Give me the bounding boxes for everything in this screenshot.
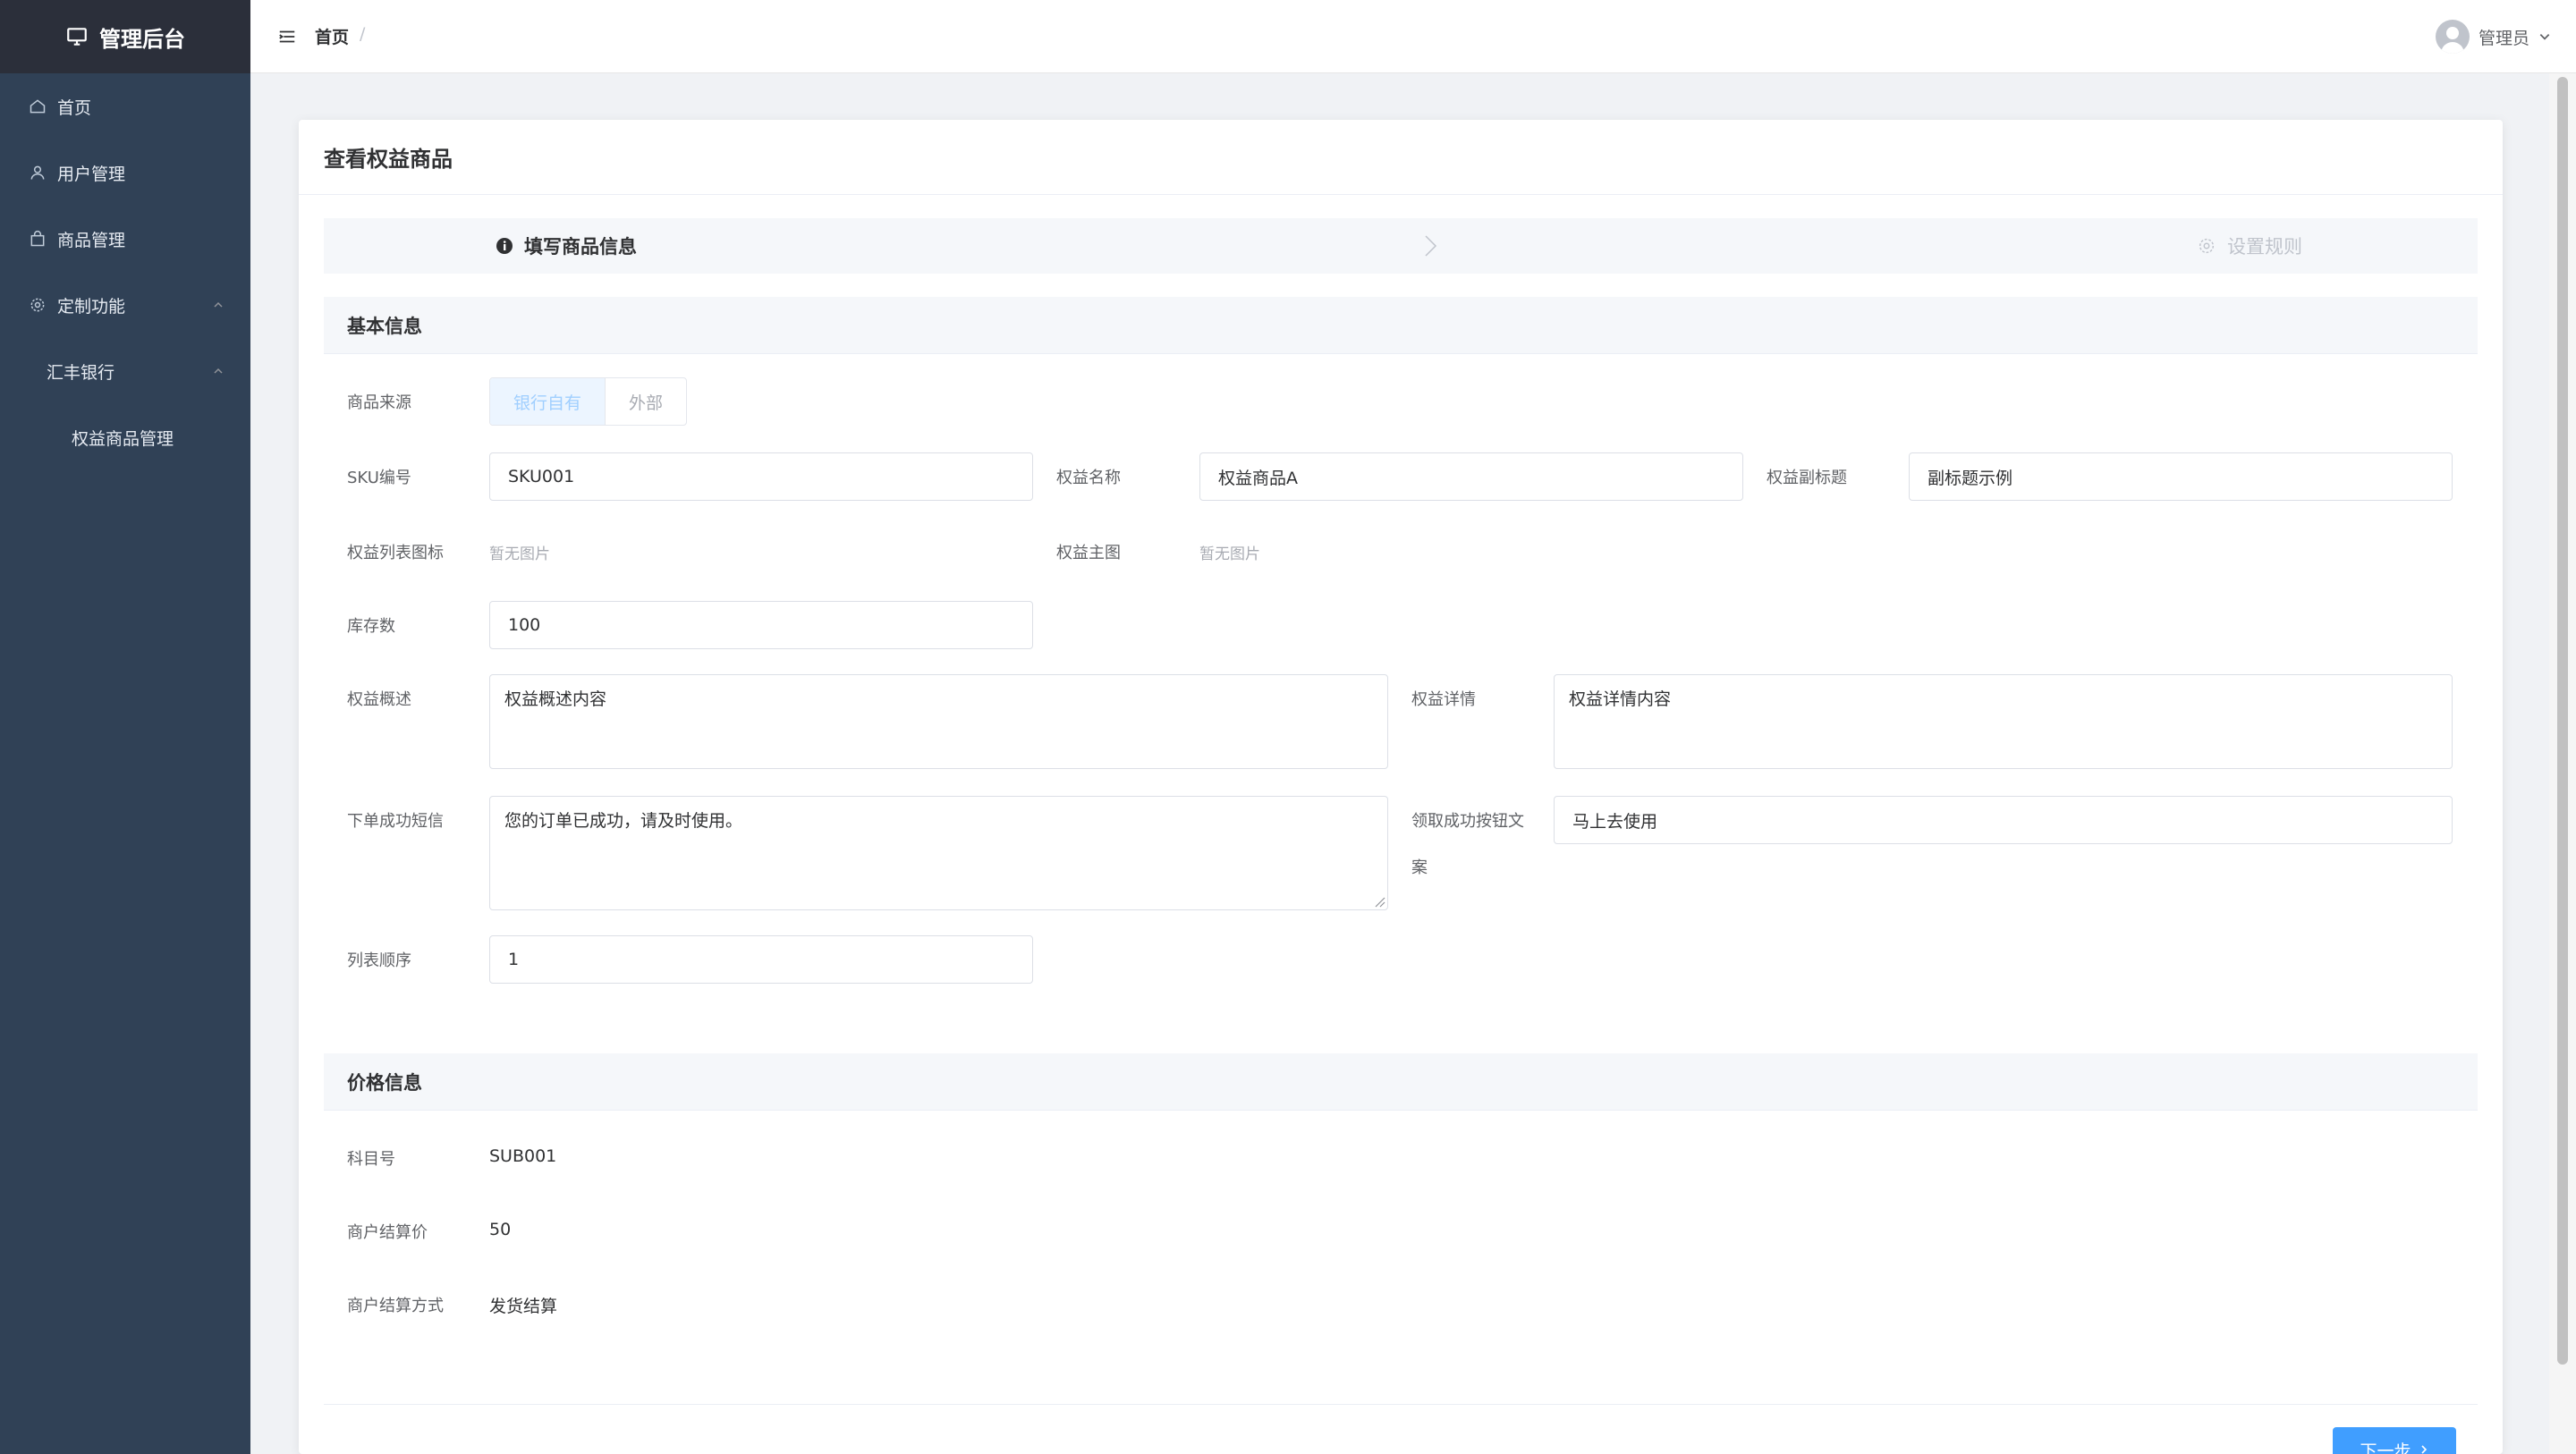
sidebar-item-label: 汇丰银行	[47, 362, 115, 383]
user-icon	[30, 165, 45, 180]
page-title: 查看权益商品	[299, 120, 2503, 195]
name-field[interactable]: 权益商品A	[1199, 452, 1743, 501]
subtitle-label: 权益副标题	[1767, 469, 1847, 487]
info-icon	[496, 238, 513, 254]
settle-method-value: 发货结算	[489, 1297, 558, 1316]
sidebar-item-custom[interactable]: 定制功能	[0, 272, 250, 338]
step-label: 设置规则	[2227, 236, 2302, 258]
step-fill-info: 填写商品信息	[496, 218, 637, 274]
button-text-label-line2: 案	[1411, 858, 1428, 877]
breadcrumb: 首页 /	[315, 24, 365, 48]
list-icon-label: 权益列表图标	[347, 544, 444, 562]
next-step-label: 下一步	[2360, 1441, 2411, 1454]
main-image-label: 权益主图	[1056, 544, 1121, 562]
summary-textarea[interactable]: 权益概述内容	[489, 674, 1388, 769]
stock-field[interactable]: 100	[489, 601, 1033, 649]
sidebar-item-label: 用户管理	[57, 164, 126, 184]
settle-price-label: 商户结算价	[347, 1223, 428, 1242]
sidebar-item-products[interactable]: 商品管理	[0, 206, 250, 272]
source-option-external[interactable]: 外部	[606, 378, 686, 425]
hamburger-icon[interactable]	[277, 27, 297, 46]
breadcrumb-home[interactable]: 首页	[315, 24, 349, 48]
sidebar-item-label: 定制功能	[57, 296, 126, 317]
app-logo: 管理后台	[0, 0, 250, 73]
user-name: 管理员	[2478, 28, 2529, 48]
next-step-button[interactable]: 下一步	[2333, 1427, 2456, 1454]
chevron-down-icon	[2539, 34, 2550, 40]
shopping-bag-icon	[30, 231, 45, 247]
section-basic-info: 基本信息	[324, 297, 2478, 354]
sidebar-item-hsbc[interactable]: 汇丰银行	[0, 338, 250, 404]
subtitle-field[interactable]: 副标题示例	[1909, 452, 2453, 501]
gear-icon	[2199, 238, 2215, 254]
detail-label: 权益详情	[1411, 690, 1476, 709]
steps-bar: 填写商品信息 设置规则	[324, 218, 2478, 274]
gear-icon	[30, 298, 45, 312]
user-menu[interactable]: 管理员	[2435, 20, 2551, 54]
sms-textarea[interactable]: 您的订单已成功，请及时使用。	[489, 796, 1388, 910]
settle-price-value: 50	[489, 1220, 512, 1239]
top-header: 首页 / 管理员	[250, 0, 2576, 73]
order-label: 列表顺序	[347, 951, 411, 970]
sidebar: 管理后台 首页 用户管理 商品管理 定制功能 汇丰银行 权益商品管理	[0, 0, 250, 1454]
home-icon	[30, 99, 46, 114]
stock-label: 库存数	[347, 617, 395, 636]
sidebar-item-label: 首页	[57, 97, 92, 118]
sidebar-item-label: 权益商品管理	[72, 428, 174, 449]
summary-label: 权益概述	[347, 690, 411, 709]
step-label: 填写商品信息	[524, 236, 637, 258]
monitor-icon	[67, 28, 87, 46]
sku-label: SKU编号	[347, 469, 411, 487]
step-set-rules: 设置规则	[2197, 218, 2302, 274]
footer-divider	[324, 1404, 2478, 1405]
section-price-info: 价格信息	[324, 1053, 2478, 1111]
list-icon-placeholder: 暂无图片	[489, 545, 550, 563]
order-field[interactable]: 1	[489, 935, 1033, 984]
main-image-placeholder: 暂无图片	[1199, 545, 1260, 563]
source-label: 商品来源	[347, 393, 411, 412]
detail-textarea[interactable]: 权益详情内容	[1554, 674, 2453, 769]
resize-handle-icon[interactable]	[1373, 895, 1385, 908]
chevron-up-icon	[214, 301, 223, 308]
page-scrollbar[interactable]	[2549, 73, 2576, 1454]
subject-label: 科目号	[347, 1150, 395, 1169]
main-card: 查看权益商品 填写商品信息 设置规则 基本信息 商品来源 银行自有 外部 SKU…	[299, 120, 2503, 1454]
button-text-label-line1: 领取成功按钮文	[1411, 812, 1524, 831]
sms-text: 您的订单已成功，请及时使用。	[504, 811, 743, 831]
subject-value: SUB001	[489, 1146, 557, 1166]
source-radio-group: 银行自有 外部	[489, 377, 688, 426]
name-label: 权益名称	[1056, 469, 1121, 487]
sidebar-item-rights-products[interactable]: 权益商品管理	[0, 404, 250, 470]
chevron-up-icon	[214, 368, 223, 374]
settle-method-label: 商户结算方式	[347, 1297, 444, 1315]
breadcrumb-separator: /	[360, 24, 366, 44]
sidebar-item-label: 商品管理	[57, 230, 126, 250]
avatar	[2435, 20, 2470, 54]
sidebar-item-users[interactable]: 用户管理	[0, 139, 250, 206]
sidebar-item-home[interactable]: 首页	[0, 73, 250, 139]
chevron-right-icon	[1425, 235, 1437, 257]
sms-label: 下单成功短信	[347, 812, 444, 831]
app-title: 管理后台	[99, 26, 185, 52]
scrollbar-thumb[interactable]	[2557, 77, 2568, 1365]
source-option-bank[interactable]: 银行自有	[490, 378, 606, 425]
chevron-right-icon	[2420, 1445, 2427, 1454]
button-text-field[interactable]: 马上去使用	[1554, 796, 2453, 844]
sku-field[interactable]: SKU001	[489, 452, 1033, 501]
